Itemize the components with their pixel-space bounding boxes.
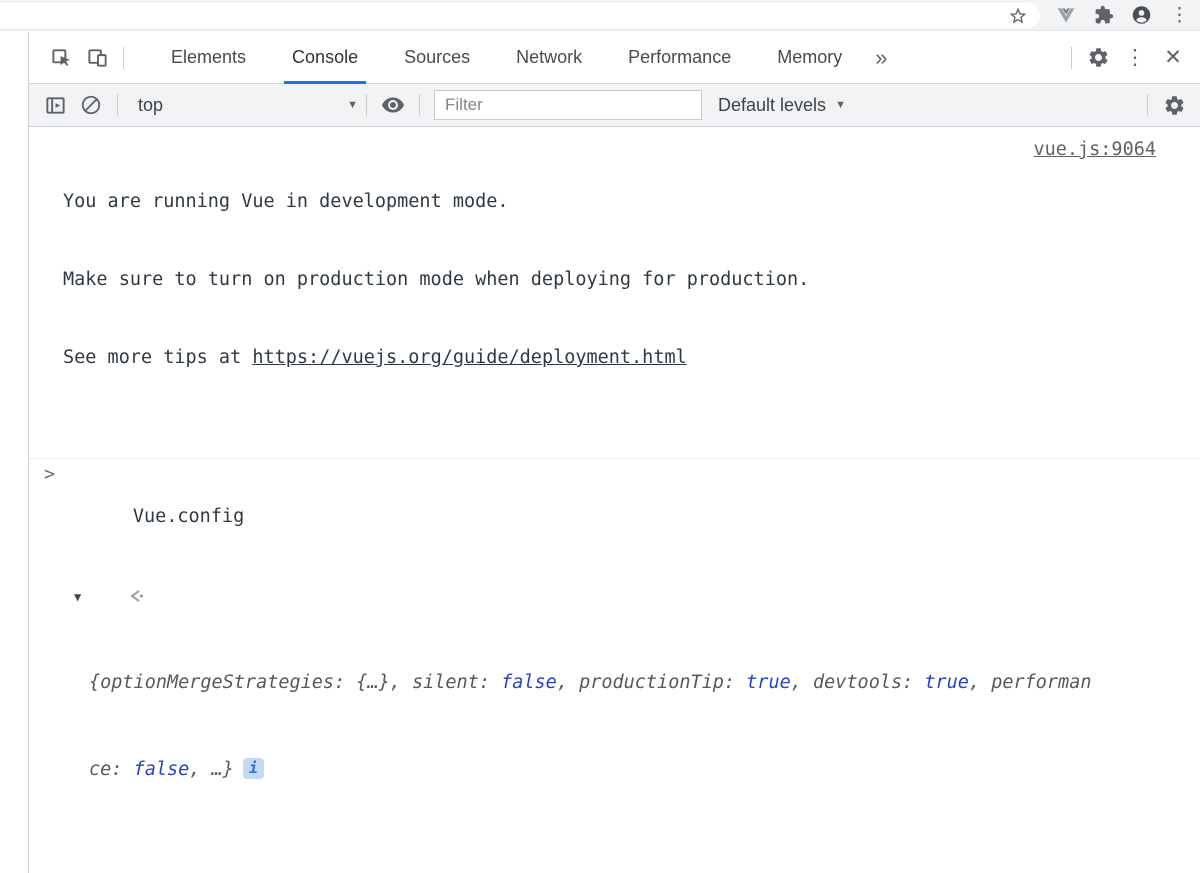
inspect-element-icon[interactable] bbox=[43, 40, 79, 76]
source-location-link[interactable]: vue.js:9064 bbox=[1033, 137, 1156, 163]
warning-line: Make sure to turn on production mode whe… bbox=[63, 267, 1000, 293]
divider bbox=[123, 47, 124, 69]
tabbar-right-controls: ⋮ ✕ bbox=[1063, 40, 1192, 76]
console-toolbar: top ▼ Default levels ▼ bbox=[29, 84, 1200, 127]
value-token: true bbox=[746, 672, 791, 693]
tab-memory[interactable]: Memory bbox=[767, 32, 852, 83]
value-token: , productionTip: bbox=[557, 672, 746, 693]
expanded-object-properties: async: truedevtools: trueerrorHandler: n… bbox=[29, 844, 1200, 873]
context-label: top bbox=[138, 95, 163, 116]
more-tabs-icon[interactable]: » bbox=[875, 45, 887, 71]
browser-toolbar: ⋮ bbox=[0, 0, 1200, 31]
tab-sources[interactable]: Sources bbox=[394, 32, 480, 83]
value-token: , …} bbox=[189, 759, 234, 780]
levels-label: Default levels bbox=[718, 95, 826, 116]
warning-line: See more tips at https://vuejs.org/guide… bbox=[63, 345, 1000, 371]
log-levels-select[interactable]: Default levels ▼ bbox=[718, 95, 846, 116]
tab-performance[interactable]: Performance bbox=[618, 32, 741, 83]
devtools-menu-icon[interactable]: ⋮ bbox=[1116, 45, 1154, 70]
value-token: false bbox=[501, 672, 557, 693]
divider bbox=[1147, 94, 1148, 116]
bookmark-star-icon[interactable] bbox=[1007, 5, 1028, 26]
address-bar[interactable] bbox=[0, 3, 1040, 28]
value-token: ce: bbox=[89, 759, 134, 780]
javascript-context-select[interactable]: top ▼ bbox=[126, 95, 358, 116]
value-token: true bbox=[924, 672, 969, 693]
divider bbox=[419, 94, 420, 116]
console-warning-message: You are running Vue in development mode.… bbox=[29, 127, 1200, 459]
command-text: Vue.config bbox=[133, 506, 244, 527]
collapse-caret-icon[interactable]: ▼ bbox=[74, 583, 81, 612]
close-icon[interactable]: ✕ bbox=[1154, 45, 1192, 70]
console-messages-area: You are running Vue in development mode.… bbox=[29, 127, 1200, 873]
live-expression-eye-icon[interactable] bbox=[375, 87, 411, 123]
devtools-tabbar: Elements Console Sources Network Performance… bbox=[29, 32, 1200, 84]
profile-avatar-icon[interactable] bbox=[1131, 5, 1152, 26]
devtools-panel: Elements Console Sources Network Performance… bbox=[28, 32, 1200, 873]
settings-gear-icon[interactable] bbox=[1080, 40, 1116, 76]
filter-input[interactable] bbox=[434, 90, 702, 120]
warning-text: See more tips at bbox=[63, 347, 252, 368]
vue-devtools-icon[interactable] bbox=[1055, 5, 1076, 26]
extensions-puzzle-icon[interactable] bbox=[1093, 5, 1114, 26]
object-preview-line: {optionMergeStrategies: {…}, silent: fal… bbox=[89, 668, 1200, 697]
clear-console-icon[interactable] bbox=[73, 87, 109, 123]
tab-strip: Elements Console Sources Network Performance… bbox=[148, 32, 865, 83]
annotation-arrow bbox=[29, 844, 1200, 873]
info-icon[interactable]: i bbox=[243, 758, 264, 779]
chevron-down-icon: ▼ bbox=[347, 99, 358, 111]
value-token: {optionMergeStrategies: {…}, silent: bbox=[89, 672, 501, 693]
chevron-down-icon: ▼ bbox=[835, 99, 846, 111]
divider bbox=[117, 94, 118, 116]
value-token: , performan bbox=[969, 672, 1092, 693]
value-token: , devtools: bbox=[791, 672, 925, 693]
tab-network[interactable]: Network bbox=[506, 32, 592, 83]
tab-console[interactable]: Console bbox=[282, 32, 368, 83]
divider bbox=[366, 94, 367, 116]
deployment-guide-link[interactable]: https://vuejs.org/guide/deployment.html bbox=[252, 347, 686, 368]
warning-line: You are running Vue in development mode. bbox=[63, 189, 1000, 215]
value-token: false bbox=[134, 759, 190, 780]
object-preview-line: ce: false, …} i bbox=[89, 755, 1200, 784]
tab-elements[interactable]: Elements bbox=[161, 32, 256, 83]
console-sidebar-icon[interactable] bbox=[37, 87, 73, 123]
command-chevron-icon: > bbox=[44, 464, 55, 485]
browser-menu-icon[interactable]: ⋮ bbox=[1169, 5, 1190, 26]
console-settings-gear-icon[interactable] bbox=[1156, 87, 1192, 123]
console-command-row: > Vue.config bbox=[29, 459, 1200, 550]
returned-value-icon bbox=[38, 555, 145, 642]
divider bbox=[1071, 47, 1072, 69]
device-toolbar-icon[interactable] bbox=[79, 40, 115, 76]
console-result-preview[interactable]: ▼ {optionMergeStrategies: {…}, silent: f… bbox=[29, 550, 1200, 844]
